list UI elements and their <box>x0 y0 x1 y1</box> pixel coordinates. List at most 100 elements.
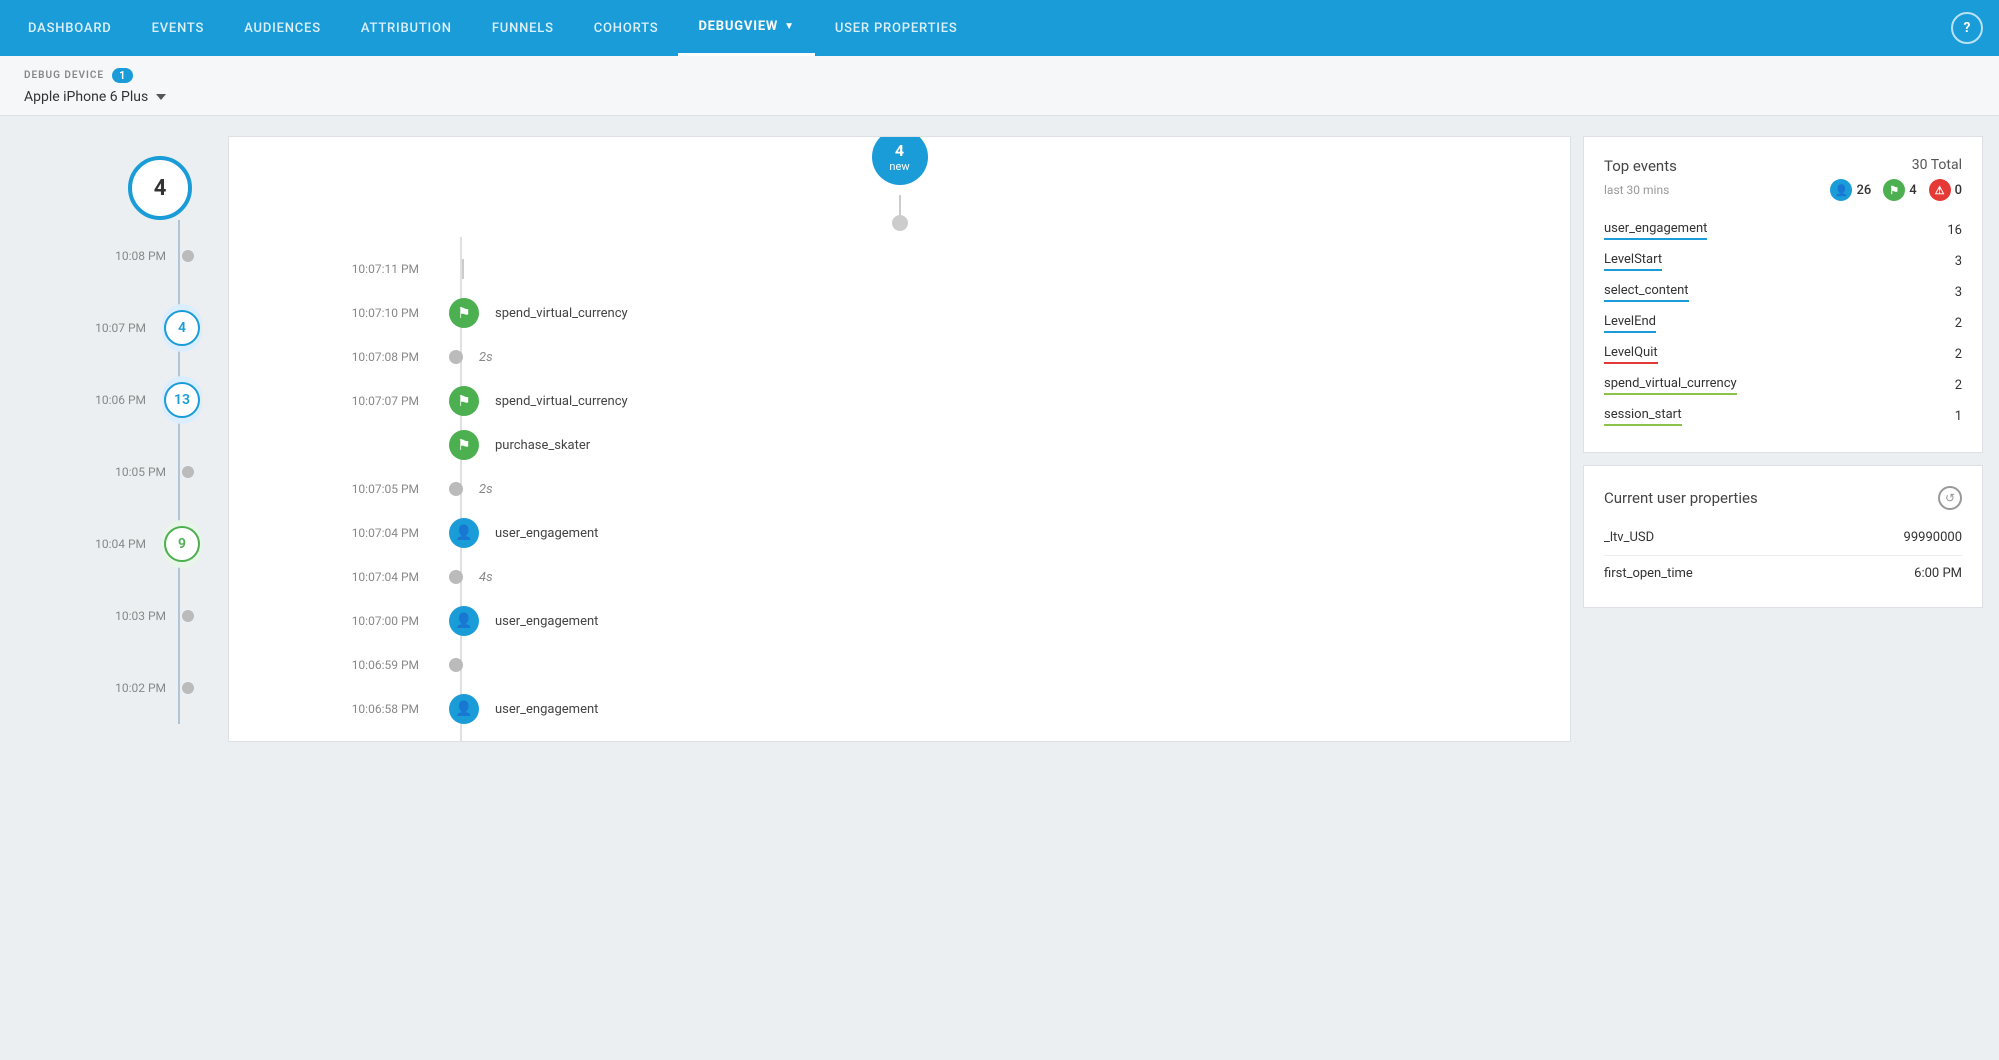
nav-audiences[interactable]: AUDIENCES <box>224 0 341 56</box>
nav-debugview[interactable]: DEBUGVIEW ▼ <box>678 0 814 56</box>
gap-label-6: 2s <box>479 482 493 497</box>
spend-virtual-currency-icon-3: ⚑ <box>449 386 479 416</box>
top-events-total: 30 Total <box>1912 157 1962 173</box>
device-selector[interactable]: Apple iPhone 6 Plus <box>24 89 1975 105</box>
etype-red-dot: ⚠ <box>1929 179 1951 201</box>
top-events-header: Top events 30 Total <box>1604 157 1962 175</box>
top-event-row-2[interactable]: select_content 3 <box>1604 277 1962 308</box>
event-time-11: 10:06:58 PM <box>289 702 419 716</box>
top-navigation: DASHBOARD EVENTS AUDIENCES ATTRIBUTION F… <box>0 0 1999 56</box>
user-props-header: Current user properties ↺ <box>1604 486 1962 510</box>
top-event-row-6[interactable]: session_start 1 <box>1604 401 1962 432</box>
timeline-top-number: 4 <box>128 156 192 220</box>
event-name-1: spend_virtual_currency <box>495 306 628 321</box>
connector-dot <box>892 215 908 231</box>
event-row-name-4: LevelQuit <box>1604 345 1658 364</box>
badge-connector <box>899 195 901 215</box>
timeline-dot-1003 <box>182 610 194 622</box>
event-stream: 10:07:11 PM 10:07:10 PM ⚑ spend_virtual_… <box>229 237 1570 741</box>
event-row-count-5: 2 <box>1955 378 1962 393</box>
top-event-row-1[interactable]: LevelStart 3 <box>1604 246 1962 277</box>
event-time-1: 10:07:10 PM <box>289 306 419 320</box>
prop-name-1: first_open_time <box>1604 566 1693 581</box>
top-events-title: Top events <box>1604 157 1677 175</box>
user-props-title: Current user properties <box>1604 489 1758 507</box>
user-properties-card: Current user properties ↺ _ltv_USD 99990… <box>1583 465 1983 608</box>
bubble-1004[interactable]: 9 <box>162 520 202 568</box>
event-row-count-4: 2 <box>1955 347 1962 362</box>
event-name-11: user_engagement <box>495 702 598 717</box>
nav-events[interactable]: EVENTS <box>132 0 225 56</box>
left-timeline: 4 10:08 PM 10:07 PM 4 10:06 PM 13 <box>16 136 216 724</box>
event-time-7: 10:07:04 PM <box>289 526 419 540</box>
event-row-0: 10:07:11 PM <box>289 247 1530 291</box>
nav-dashboard[interactable]: DASHBOARD <box>8 0 132 56</box>
event-time-0: 10:07:11 PM <box>289 262 419 276</box>
bubble-count-1007: 4 <box>164 310 200 346</box>
event-row-11[interactable]: 10:06:58 PM 👤 user_engagement <box>289 687 1530 731</box>
event-row-count-3: 2 <box>1955 316 1962 331</box>
event-time-10: 10:06:59 PM <box>289 658 419 672</box>
timeline-row-1004[interactable]: 10:04 PM 9 <box>16 508 216 580</box>
etype-green-dot: ⚑ <box>1883 179 1905 201</box>
time-label-1008: 10:08 PM <box>115 249 166 263</box>
gap-dot-8 <box>449 570 463 584</box>
time-label-1003: 10:03 PM <box>115 609 166 623</box>
bubble-1006[interactable]: 13 <box>162 376 202 424</box>
event-row-9[interactable]: 10:07:00 PM 👤 user_engagement <box>289 599 1530 643</box>
event-row-1[interactable]: 10:07:10 PM ⚑ spend_virtual_currency <box>289 291 1530 335</box>
event-row-name-2: select_content <box>1604 283 1689 302</box>
timeline-row-1007[interactable]: 10:07 PM 4 <box>16 292 216 364</box>
debugview-dropdown-arrow: ▼ <box>784 21 795 32</box>
event-time-9: 10:07:00 PM <box>289 614 419 628</box>
prop-value-0: 99990000 <box>1904 530 1962 545</box>
timeline-row-1008: 10:08 PM <box>16 220 216 292</box>
top-event-row-0[interactable]: user_engagement 16 <box>1604 215 1962 246</box>
event-row-name-1: LevelStart <box>1604 252 1662 271</box>
event-name-4: purchase_skater <box>495 438 590 453</box>
gap-label-8: 4s <box>479 570 493 585</box>
top-event-row-5[interactable]: spend_virtual_currency 2 <box>1604 370 1962 401</box>
nav-user-properties[interactable]: USER PROPERTIES <box>815 0 978 56</box>
event-row-name-0: user_engagement <box>1604 221 1707 240</box>
timeline-row-1005: 10:05 PM <box>16 436 216 508</box>
timeline-row-1003: 10:03 PM <box>16 580 216 652</box>
top-events-list: user_engagement 16 LevelStart 3 select_c… <box>1604 215 1962 432</box>
debug-device-label-row: DEBUG DEVICE 1 <box>24 68 1975 83</box>
event-row-7[interactable]: 10:07:04 PM 👤 user_engagement <box>289 511 1530 555</box>
event-time-3: 10:07:07 PM <box>289 394 419 408</box>
timeline-row-1006[interactable]: 10:06 PM 13 <box>16 364 216 436</box>
event-row-name-3: LevelEnd <box>1604 314 1656 333</box>
bubble-1007[interactable]: 4 <box>162 304 202 352</box>
nav-funnels[interactable]: FUNNELS <box>472 0 574 56</box>
prop-name-0: _ltv_USD <box>1604 530 1654 545</box>
nav-cohorts[interactable]: COHORTS <box>574 0 679 56</box>
center-panel: 4 new 10:07:11 PM 10:07:10 PM ⚑ spend_vi… <box>228 136 1571 742</box>
etype-green: ⚑ 4 <box>1883 179 1916 201</box>
event-row-4[interactable]: ⚑ purchase_skater <box>289 423 1530 467</box>
timeline-dot-1008 <box>182 250 194 262</box>
purchase-skater-icon-4: ⚑ <box>449 430 479 460</box>
bubble-count-1004: 9 <box>164 526 200 562</box>
bubble-count-1006: 13 <box>164 382 200 418</box>
history-icon[interactable]: ↺ <box>1938 486 1962 510</box>
nav-attribution[interactable]: ATTRIBUTION <box>341 0 472 56</box>
event-row-10: 10:06:59 PM <box>289 643 1530 687</box>
event-row-3[interactable]: 10:07:07 PM ⚑ spend_virtual_currency <box>289 379 1530 423</box>
time-label-1002: 10:02 PM <box>115 681 166 695</box>
time-label-1004: 10:04 PM <box>95 537 146 551</box>
prop-divider-0 <box>1604 555 1962 556</box>
timeline-row-1002: 10:02 PM <box>16 652 216 724</box>
top-event-row-4[interactable]: LevelQuit 2 <box>1604 339 1962 370</box>
help-button[interactable]: ? <box>1951 12 1983 44</box>
event-type-icons: 👤 26 ⚑ 4 ⚠ 0 <box>1830 179 1962 201</box>
event-row-count-1: 3 <box>1955 254 1962 269</box>
event-row-count-0: 16 <box>1947 223 1962 238</box>
event-time-2: 10:07:08 PM <box>289 350 419 364</box>
gap-label-2: 2s <box>479 350 493 365</box>
event-row-name-5: spend_virtual_currency <box>1604 376 1737 395</box>
top-event-row-3[interactable]: LevelEnd 2 <box>1604 308 1962 339</box>
time-label-1006: 10:06 PM <box>95 393 146 407</box>
time-label-1007: 10:07 PM <box>95 321 146 335</box>
event-name-3: spend_virtual_currency <box>495 394 628 409</box>
